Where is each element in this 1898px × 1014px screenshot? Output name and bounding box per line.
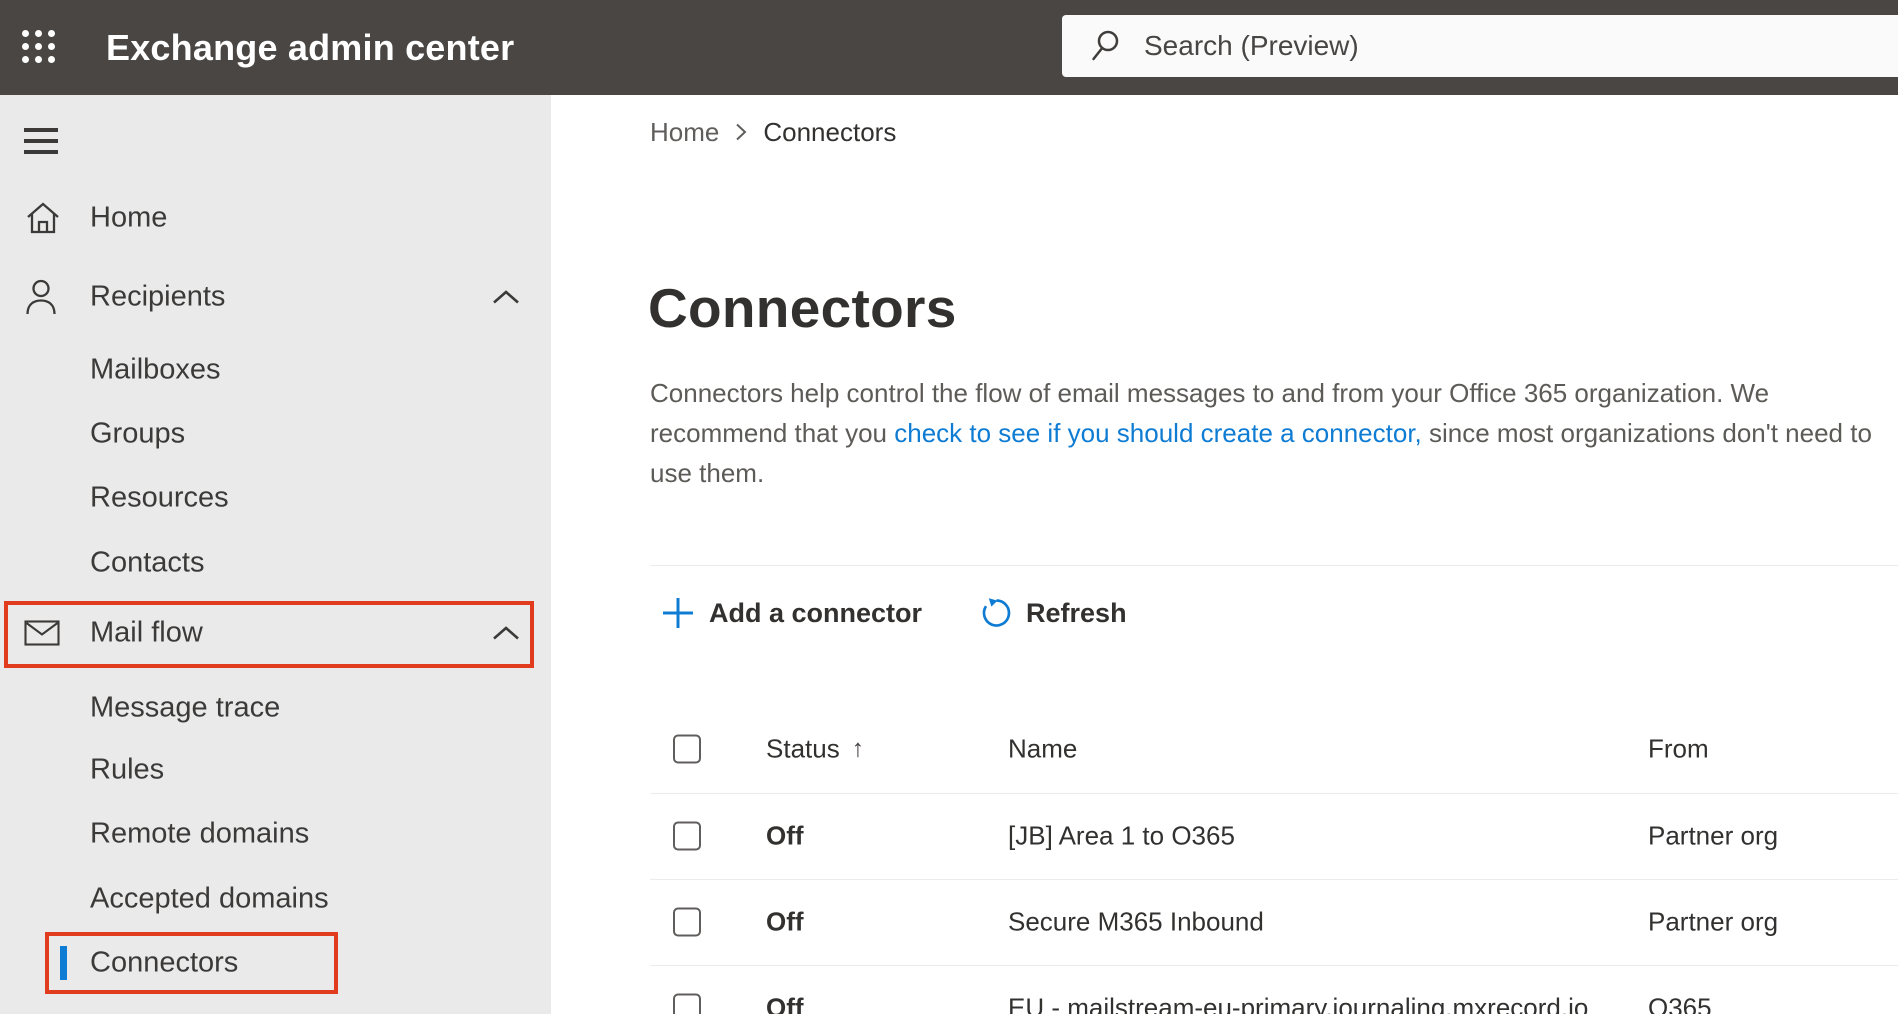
- sidebar-item-label: Mail flow: [90, 616, 203, 649]
- sidebar-item-label: Rules: [90, 753, 165, 786]
- table-row[interactable]: Off Secure M365 Inbound Partner org: [551, 879, 1898, 965]
- sidebar-item-label: Resources: [90, 481, 229, 514]
- column-header-label: Status: [766, 733, 840, 764]
- cell-name: Secure M365 Inbound: [1008, 906, 1264, 937]
- sidebar-item-resources[interactable]: Resources: [0, 474, 551, 522]
- mail-icon: [24, 620, 60, 646]
- sidebar-item-contacts[interactable]: Contacts: [0, 539, 551, 587]
- sidebar-item-home[interactable]: Home: [0, 194, 551, 242]
- exchange-admin-center-window: Exchange admin center Home: [0, 0, 1898, 1014]
- refresh-button[interactable]: Refresh: [980, 597, 1127, 629]
- toolbar: Add a connector Refresh: [661, 590, 1127, 636]
- toolbar-top-divider: [650, 565, 1898, 566]
- search-input[interactable]: [1122, 15, 1898, 77]
- page-title: Connectors: [648, 276, 957, 339]
- cell-name: EU - mailstream-eu-primary.journaling.mx…: [1008, 992, 1589, 1014]
- chevron-right-icon: [735, 122, 747, 142]
- add-connector-label: Add a connector: [709, 597, 923, 628]
- main-content: Home Connectors Connectors Connectors he…: [551, 95, 1898, 1014]
- plus-icon: [661, 596, 695, 630]
- app-launcher-icon[interactable]: [22, 30, 56, 64]
- sidebar-item-label: Contacts: [90, 546, 205, 579]
- app-title: Exchange admin center: [106, 26, 515, 68]
- cell-status: Off: [766, 820, 804, 851]
- column-header-status[interactable]: Status ↑: [766, 734, 864, 765]
- sidebar-item-remote-domains[interactable]: Remote domains: [0, 810, 551, 858]
- cell-name: [JB] Area 1 to O365: [1008, 820, 1235, 851]
- cell-from: O365: [1648, 992, 1712, 1014]
- topbar: Exchange admin center: [0, 0, 1898, 95]
- sidebar-item-label: Message trace: [90, 691, 281, 724]
- sidebar-item-recipients[interactable]: Recipients: [0, 273, 551, 321]
- cell-from: Partner org: [1648, 906, 1779, 937]
- sidebar-item-label: Home: [90, 201, 168, 234]
- sidebar-item-accepted-domains[interactable]: Accepted domains: [0, 875, 551, 923]
- row-checkbox[interactable]: [673, 993, 701, 1014]
- refresh-icon: [980, 597, 1012, 629]
- add-connector-button[interactable]: Add a connector: [661, 596, 922, 630]
- refresh-label: Refresh: [1026, 597, 1127, 628]
- sidebar-item-rules[interactable]: Rules: [0, 746, 551, 794]
- person-icon: [24, 278, 58, 316]
- sidebar-item-label: Recipients: [90, 280, 226, 313]
- search-box[interactable]: [1062, 15, 1898, 77]
- sort-ascending-icon: ↑: [851, 734, 865, 763]
- sidebar-item-connectors[interactable]: Connectors: [0, 939, 551, 987]
- page-description: Connectors help control the flow of emai…: [650, 373, 1882, 493]
- cell-from: Partner org: [1648, 820, 1779, 851]
- sidebar-item-label: Connectors: [90, 946, 239, 979]
- hamburger-menu-icon[interactable]: [24, 128, 58, 154]
- column-header-from[interactable]: From: [1648, 734, 1709, 765]
- sidebar-item-mail-flow[interactable]: Mail flow: [0, 609, 551, 657]
- breadcrumb-current: Connectors: [763, 116, 897, 147]
- sidebar-item-label: Groups: [90, 417, 186, 450]
- breadcrumb: Home Connectors: [650, 115, 896, 149]
- table-row[interactable]: Off [JB] Area 1 to O365 Partner org: [551, 793, 1898, 879]
- table-header-row: Status ↑ Name From: [551, 705, 1898, 793]
- cell-status: Off: [766, 906, 804, 937]
- table-row[interactable]: Off EU - mailstream-eu-primary.journalin…: [551, 965, 1898, 1014]
- row-checkbox[interactable]: [673, 907, 701, 937]
- create-connector-check-link[interactable]: check to see if you should create a conn…: [894, 418, 1422, 448]
- breadcrumb-home-link[interactable]: Home: [650, 117, 719, 148]
- sidebar-item-mailboxes[interactable]: Mailboxes: [0, 346, 551, 394]
- sidebar-item-label: Accepted domains: [90, 882, 329, 915]
- sidebar-item-message-trace[interactable]: Message trace: [0, 684, 551, 732]
- column-header-name[interactable]: Name: [1008, 734, 1077, 765]
- sidebar-nav: Home Recipients Mailboxes Groups Resourc…: [0, 95, 551, 1014]
- chevron-up-icon[interactable]: [492, 289, 520, 305]
- chevron-up-icon[interactable]: [492, 625, 520, 641]
- sidebar-item-label: Remote domains: [90, 817, 310, 850]
- search-icon: [1090, 29, 1122, 63]
- row-checkbox[interactable]: [673, 821, 701, 851]
- sidebar-item-label: Mailboxes: [90, 353, 221, 386]
- select-all-checkbox[interactable]: [673, 734, 701, 764]
- cell-status: Off: [766, 992, 804, 1014]
- home-icon: [24, 200, 62, 236]
- sidebar-item-groups[interactable]: Groups: [0, 410, 551, 458]
